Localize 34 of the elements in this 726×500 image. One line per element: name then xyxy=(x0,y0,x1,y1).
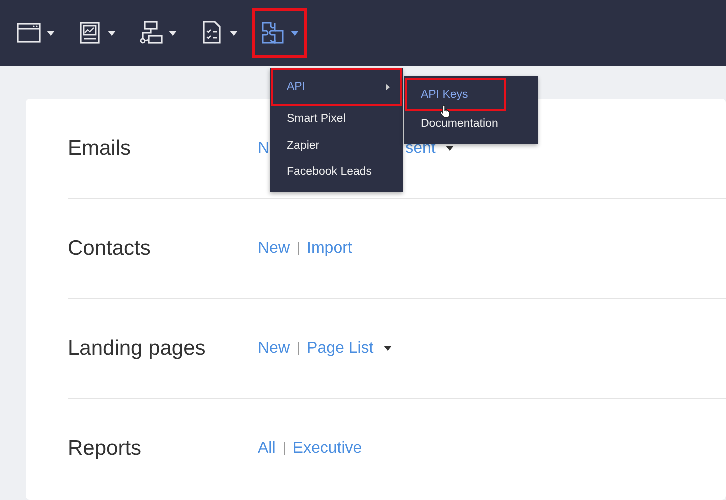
menu-item[interactable]: API Keys xyxy=(405,78,506,111)
flow-icon xyxy=(138,20,164,46)
link[interactable]: Page List xyxy=(307,340,374,358)
menu-item[interactable]: Facebook Leads xyxy=(271,159,402,186)
puzzle-menu-button[interactable] xyxy=(252,8,307,58)
caret-icon xyxy=(230,30,238,36)
puzzle-icon xyxy=(260,20,286,46)
menu-item[interactable]: API xyxy=(271,68,402,106)
caret-icon xyxy=(291,30,299,36)
monitor-icon xyxy=(77,20,103,46)
separator xyxy=(298,242,300,255)
window-icon xyxy=(16,20,42,46)
link[interactable]: Executive xyxy=(292,440,362,458)
caret-icon[interactable] xyxy=(446,146,454,151)
caret-icon xyxy=(108,30,116,36)
section-title: Contacts xyxy=(68,236,152,260)
hand-cursor-icon xyxy=(440,105,450,118)
caret-icon[interactable] xyxy=(384,346,392,351)
link[interactable]: Import xyxy=(307,240,352,258)
link[interactable]: New xyxy=(258,340,290,358)
link[interactable]: New xyxy=(258,240,290,258)
section-title: Reports xyxy=(68,436,143,460)
menu-item[interactable]: Documentation xyxy=(405,111,537,138)
section-title: Landing pages xyxy=(68,336,207,360)
menu-item[interactable]: Zapier xyxy=(271,132,402,159)
link[interactable]: sent xyxy=(406,140,436,158)
link[interactable]: All xyxy=(258,440,276,458)
link[interactable]: N xyxy=(258,140,270,158)
separator xyxy=(284,442,285,455)
caret-icon xyxy=(47,30,55,36)
caret-icon xyxy=(169,30,177,36)
section-title: Emails xyxy=(68,136,132,160)
menu-item[interactable]: Smart Pixel xyxy=(271,106,402,132)
separator xyxy=(298,342,300,355)
